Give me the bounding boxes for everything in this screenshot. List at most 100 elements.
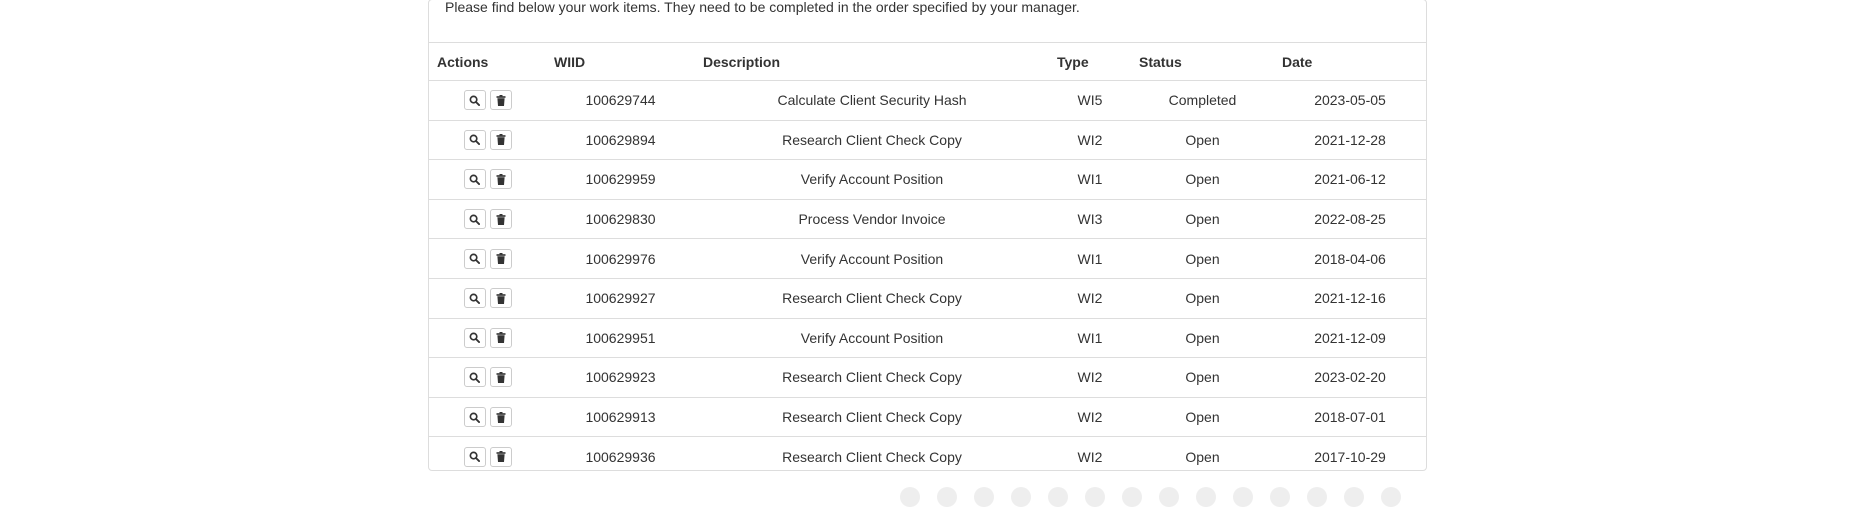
trash-icon <box>496 411 506 423</box>
cell-status: Open <box>1185 250 1220 267</box>
cell-date: 2022-08-25 <box>1314 211 1386 228</box>
cell-date: 2021-06-12 <box>1314 171 1386 188</box>
row-actions <box>429 446 546 467</box>
table-row: 100629923 Research Client Check Copy WI2 Op… <box>429 357 1426 397</box>
view-button[interactable] <box>463 407 486 428</box>
header-status[interactable]: Status <box>1131 54 1274 70</box>
table-header-row: Actions WIID Description Type Status Dat… <box>429 42 1426 80</box>
cell-status: Open <box>1185 409 1220 426</box>
search-icon <box>469 214 480 225</box>
table-row: 100629927 Research Client Check Copy WI2 Op… <box>429 277 1426 318</box>
trash-icon <box>496 213 506 225</box>
header-description[interactable]: Description <box>695 54 1049 70</box>
trash-icon <box>496 292 506 304</box>
view-button[interactable] <box>463 446 486 467</box>
cell-status: Open <box>1185 171 1220 188</box>
view-button[interactable] <box>463 169 486 190</box>
pagination-item[interactable] <box>974 487 994 507</box>
delete-button[interactable] <box>489 407 512 428</box>
view-button[interactable] <box>463 129 486 150</box>
search-icon <box>469 332 480 344</box>
cell-wiid: 100629923 <box>585 369 656 386</box>
table-row: 100629959 Verify Account Position WI1 Open 2… <box>429 159 1426 199</box>
cell-type: WI2 <box>1077 369 1103 386</box>
view-button[interactable] <box>463 367 486 388</box>
cell-status: Open <box>1185 290 1220 307</box>
cell-type: WI3 <box>1077 211 1103 228</box>
view-button[interactable] <box>463 209 486 230</box>
header-wiid[interactable]: WIID <box>546 54 695 70</box>
pagination-item[interactable] <box>1344 487 1364 507</box>
delete-button[interactable] <box>489 129 512 150</box>
delete-button[interactable] <box>489 367 512 388</box>
cell-status: Open <box>1185 211 1220 228</box>
delete-button[interactable] <box>489 169 512 190</box>
cell-description: Research Client Check Copy <box>782 409 962 426</box>
cell-description: Verify Account Position <box>800 329 944 346</box>
work-items-panel: Please find below your work items. They … <box>428 0 1427 471</box>
trash-icon <box>496 332 506 344</box>
view-button[interactable] <box>463 248 486 269</box>
cell-date: 2021-12-28 <box>1314 131 1386 148</box>
pagination-item[interactable] <box>1122 487 1142 507</box>
table-body: 100629744 Calculate Client Security Hash W… <box>429 80 1426 476</box>
pagination-item[interactable] <box>1159 487 1179 507</box>
pagination-item[interactable] <box>1085 487 1105 507</box>
cell-type: WI2 <box>1077 448 1103 465</box>
pagination-item[interactable] <box>1233 487 1253 507</box>
table-row: 100629744 Calculate Client Security Hash W… <box>429 80 1426 120</box>
cell-date: 2018-07-01 <box>1314 409 1386 426</box>
trash-icon <box>496 94 506 106</box>
trash-icon <box>496 134 506 146</box>
row-actions <box>429 248 546 269</box>
trash-icon <box>496 371 506 383</box>
pagination-item[interactable] <box>937 487 957 507</box>
header-type[interactable]: Type <box>1049 54 1131 70</box>
pagination-item[interactable] <box>1048 487 1068 507</box>
cell-date: 2023-05-05 <box>1314 92 1386 109</box>
cell-date: 2023-02-20 <box>1314 369 1386 386</box>
delete-button[interactable] <box>489 209 512 230</box>
search-icon <box>469 372 480 383</box>
delete-button[interactable] <box>489 327 512 348</box>
cell-status: Open <box>1185 131 1220 148</box>
cell-wiid: 100629927 <box>585 290 656 307</box>
cell-description: Research Client Check Copy <box>782 369 962 386</box>
cell-type: WI1 <box>1077 250 1103 267</box>
view-button[interactable] <box>463 327 486 348</box>
delete-button[interactable] <box>489 248 512 269</box>
pagination-item[interactable] <box>1307 487 1327 507</box>
row-actions <box>429 90 546 111</box>
table-row: 100629913 Research Client Check Copy WI2 Op… <box>429 396 1426 437</box>
header-date[interactable]: Date <box>1274 54 1426 70</box>
cell-description: Verify Account Position <box>800 250 944 267</box>
search-icon <box>469 253 480 265</box>
cell-wiid: 100629976 <box>585 250 656 267</box>
view-button[interactable] <box>463 288 486 309</box>
trash-icon <box>496 253 506 265</box>
delete-button[interactable] <box>489 446 512 467</box>
cell-description: Verify Account Position <box>800 171 944 188</box>
trash-icon <box>496 451 506 463</box>
cell-wiid: 100629959 <box>585 171 656 188</box>
search-icon <box>469 174 480 185</box>
table-row: 100629830 Process Vendor Invoice WI3 Open 20… <box>429 198 1426 239</box>
pagination-item[interactable] <box>1196 487 1216 507</box>
table-row: 100629976 Verify Account Position WI1 Open 2… <box>429 238 1426 278</box>
cell-type: WI2 <box>1077 409 1103 426</box>
cell-description: Process Vendor Invoice <box>798 211 946 228</box>
pagination-item[interactable] <box>1381 487 1401 507</box>
cell-description: Calculate Client Security Hash <box>777 92 967 109</box>
cell-description: Research Client Check Copy <box>782 131 962 148</box>
search-icon <box>469 134 480 146</box>
pagination-item[interactable] <box>1270 487 1290 507</box>
delete-button[interactable] <box>489 90 512 111</box>
pagination-item[interactable] <box>900 487 920 507</box>
cell-type: WI5 <box>1077 92 1103 109</box>
row-actions <box>429 288 546 309</box>
cell-date: 2017-10-29 <box>1314 448 1386 465</box>
delete-button[interactable] <box>489 288 512 309</box>
view-button[interactable] <box>463 90 486 111</box>
cell-wiid: 100629913 <box>585 409 656 426</box>
pagination-item[interactable] <box>1011 487 1031 507</box>
